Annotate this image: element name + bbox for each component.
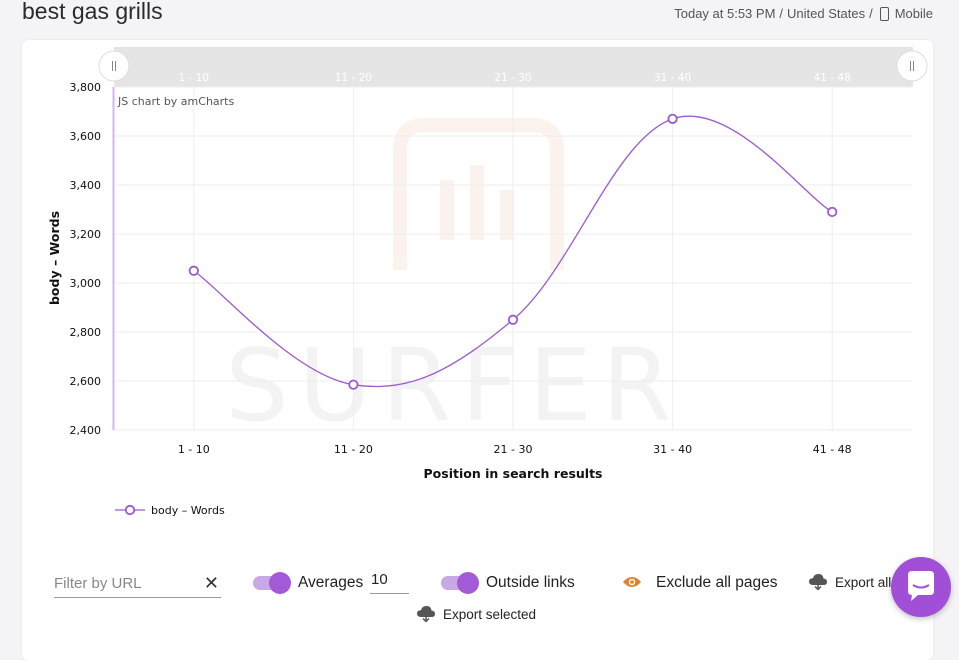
- scrollbar-label: 41 - 48: [814, 72, 851, 84]
- scrollbar-label: 1 - 10: [179, 72, 210, 84]
- x-tick-label: 1 - 10: [178, 443, 210, 456]
- y-tick-label: 2,400: [70, 424, 102, 437]
- scrollbar-label: 21 - 30: [494, 72, 531, 84]
- data-point-marker: [667, 113, 678, 124]
- averages-label: Averages: [298, 574, 364, 591]
- data-point-marker: [827, 206, 838, 218]
- y-tick-label: 2,800: [70, 326, 102, 339]
- data-point-marker: [348, 379, 359, 390]
- data-point-marker: [188, 265, 199, 276]
- cloud-download-icon: [417, 606, 435, 623]
- cloud-download-icon: [809, 574, 827, 591]
- x-tick-label: 11 - 20: [334, 443, 373, 456]
- y-tick-label: 3,600: [70, 130, 102, 143]
- controls-bar: ✕ Averages 10 Outside links Exclude all …: [0, 555, 959, 639]
- scrollbar-end-grip[interactable]: [896, 50, 928, 82]
- surfer-watermark-logo: [393, 118, 564, 270]
- scrollbar-start-grip[interactable]: [98, 50, 130, 82]
- averages-count-input[interactable]: 10: [370, 571, 409, 594]
- chat-bubble-icon: [908, 571, 934, 601]
- outside-links-toggle[interactable]: [441, 572, 479, 594]
- eye-icon[interactable]: [622, 575, 642, 589]
- averages-toggle[interactable]: [253, 572, 291, 594]
- watermark-text: SURFER: [225, 327, 681, 444]
- line-chart: SURFER 1 - 10 11 - 20 21 - 30 31 - 40 41 - 4…: [47, 47, 928, 517]
- legend-item-body-words[interactable]: body – Words: [115, 504, 225, 517]
- x-tick-label: 41 - 48: [813, 443, 852, 456]
- amcharts-credit[interactable]: JS chart by amCharts: [117, 95, 234, 108]
- x-tick-label: 31 - 40: [653, 443, 692, 456]
- y-axis-title: body – Words: [47, 211, 62, 305]
- y-tick-label: 2,600: [70, 375, 102, 388]
- export-selected-button[interactable]: Export selected: [416, 605, 536, 623]
- x-tick-label: 21 - 30: [494, 443, 533, 456]
- x-axis-title: Position in search results: [424, 466, 603, 481]
- y-tick-label: 3,400: [70, 179, 102, 192]
- scrollbar-label: 31 - 40: [654, 72, 691, 84]
- chat-support-button[interactable]: [891, 557, 951, 617]
- y-tick-label: 3,000: [70, 277, 102, 290]
- filter-by-url: ✕: [54, 573, 221, 598]
- y-tick-label: 3,800: [70, 81, 102, 94]
- clear-filter-icon[interactable]: ✕: [204, 573, 219, 594]
- legend-marker-icon: [124, 504, 136, 516]
- data-point-marker: [507, 314, 519, 325]
- y-tick-label: 3,200: [70, 228, 102, 241]
- export-selected-label: Export selected: [443, 606, 537, 622]
- outside-links-label: Outside links: [486, 574, 575, 591]
- legend-label: body – Words: [151, 504, 225, 517]
- scrollbar-label: 11 - 20: [335, 72, 372, 84]
- filter-url-input[interactable]: [54, 573, 194, 592]
- exclude-all-pages-button[interactable]: Exclude all pages: [656, 574, 778, 592]
- export-all-button[interactable]: Export all: [808, 573, 891, 591]
- export-all-label: Export all: [835, 574, 892, 590]
